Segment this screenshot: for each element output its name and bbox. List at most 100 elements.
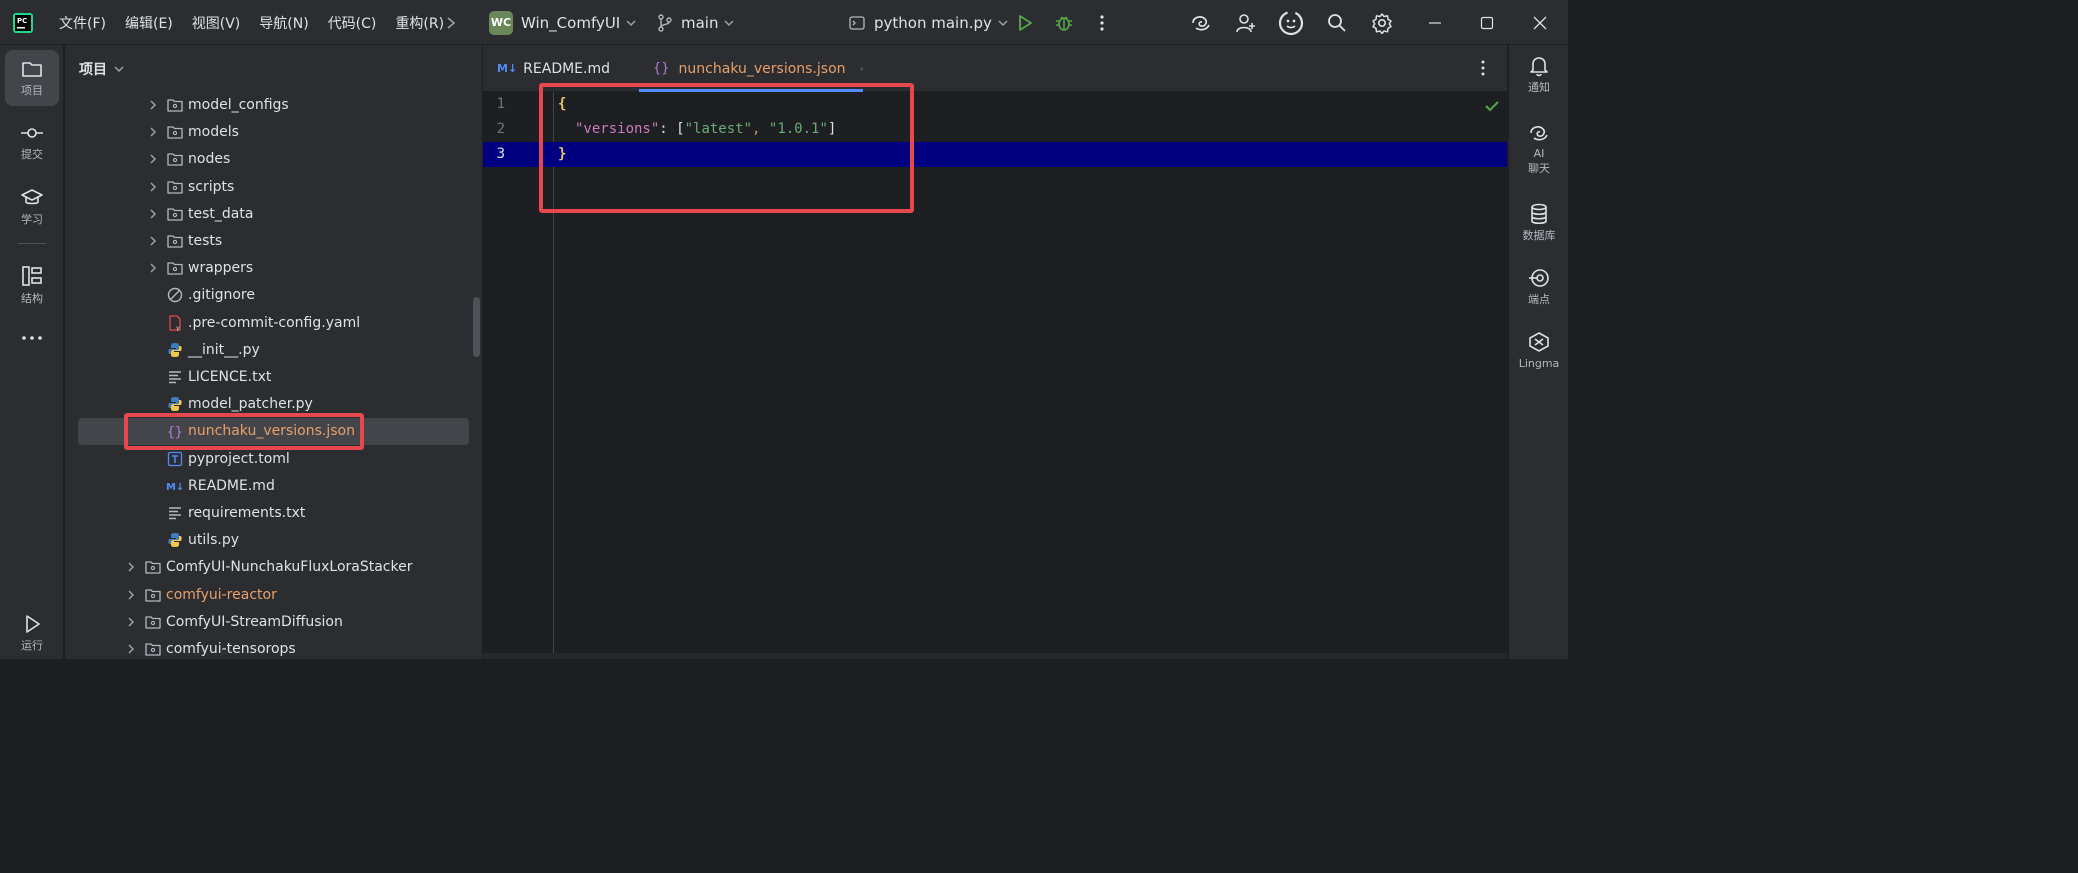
code-line: 1 {: [483, 92, 1507, 117]
menu-item[interactable]: 导航(N): [259, 13, 308, 33]
code-line: 2 "versions": ["latest", "1.0.1"]: [483, 117, 1507, 142]
chevron-right-icon[interactable]: [146, 261, 160, 275]
chevron-down-icon: [114, 66, 124, 73]
tool-learn[interactable]: 学习: [5, 179, 59, 235]
tree-file[interactable]: {} nunchaku_versions.json: [65, 418, 482, 446]
more-actions-button[interactable]: [1094, 0, 1110, 45]
close-tab-icon[interactable]: [859, 64, 863, 74]
tree-item-label: comfyui-reactor: [166, 586, 277, 603]
tree-folder[interactable]: ComfyUI-StreamDiffusion: [65, 609, 482, 636]
tab-readme[interactable]: M↓ README.md: [497, 45, 610, 92]
tool-label: 端点: [1528, 293, 1550, 306]
tree-file[interactable]: requirements.txt: [65, 500, 482, 527]
folder-icon: [166, 178, 184, 196]
tool-label: 提交: [21, 147, 43, 161]
ai-spiral-icon: [1192, 15, 1210, 31]
tree-file[interactable]: __init__.py: [65, 337, 482, 364]
tree-scrollbar[interactable]: [473, 297, 480, 357]
tool-database[interactable]: 数据库: [1509, 203, 1569, 243]
menu-item[interactable]: 文件(F): [59, 13, 106, 33]
editor-tab-options-button[interactable]: [1478, 59, 1488, 81]
json-string: "latest": [684, 121, 753, 137]
menu-item[interactable]: 重构(R): [395, 13, 444, 33]
tree-folder[interactable]: wrappers: [65, 255, 482, 282]
tab-nunchaku-versions[interactable]: {} nunchaku_versions.json: [639, 45, 863, 92]
python-file-icon: [166, 531, 184, 549]
tree-file[interactable]: utils.py: [65, 527, 482, 554]
project-badge: WC: [489, 10, 513, 35]
tree-folder[interactable]: comfyui-tensorops: [65, 636, 482, 659]
ai-assistant-button[interactable]: [1190, 0, 1212, 45]
tool-ai-chat[interactable]: AI 聊天: [1509, 123, 1569, 176]
project-panel-header[interactable]: 项目: [79, 59, 124, 79]
chevron-right-icon[interactable]: [146, 180, 160, 194]
code-with-me-button[interactable]: [1278, 0, 1304, 45]
pycharm-logo-icon[interactable]: PC: [12, 0, 34, 45]
tree-item-label: requirements.txt: [188, 505, 306, 521]
chevron-down-icon: [998, 19, 1008, 26]
tool-project[interactable]: 项目: [5, 50, 59, 106]
tree-folder[interactable]: comfyui-reactor: [65, 582, 482, 609]
folder-icon: [144, 558, 162, 576]
tree-item-label: LICENCE.txt: [188, 369, 272, 385]
tree-folder[interactable]: model_configs: [65, 92, 482, 119]
chevron-right-icon[interactable]: [124, 588, 138, 602]
bell-icon: [1530, 57, 1548, 77]
run-config-selector[interactable]: python main.py: [849, 0, 1008, 45]
tool-lingma[interactable]: Lingma: [1509, 331, 1569, 371]
code-area[interactable]: 1 { 2 "versions": ["latest", "1.0.1"] 3 …: [483, 92, 1507, 659]
chevron-right-icon[interactable]: [124, 560, 138, 574]
tree-file[interactable]: LICENCE.txt: [65, 364, 482, 391]
tree-file[interactable]: .gitignore: [65, 282, 482, 309]
close-window-button[interactable]: [1533, 0, 1547, 45]
tree-folder[interactable]: models: [65, 119, 482, 146]
commit-icon: [21, 127, 43, 138]
tool-endpoints[interactable]: 端点: [1509, 267, 1569, 307]
editor-hscroll[interactable]: [483, 653, 1507, 659]
search-button[interactable]: [1327, 0, 1347, 45]
menu-item[interactable]: 视图(V): [192, 13, 241, 33]
tree-folder[interactable]: test_data: [65, 201, 482, 228]
tool-commit[interactable]: 提交: [5, 114, 59, 170]
tree-folder[interactable]: tests: [65, 228, 482, 255]
json-colon: :: [659, 121, 677, 137]
tree-item-label: test_data: [188, 205, 254, 222]
minimize-button[interactable]: [1428, 0, 1442, 45]
chevron-right-icon[interactable]: [146, 98, 160, 112]
tree-folder[interactable]: ComfyUI-NunchakuFluxLoraStacker: [65, 554, 482, 581]
menu-item[interactable]: 代码(C): [328, 13, 377, 33]
tree-item-label: ComfyUI-NunchakuFluxLoraStacker: [166, 559, 413, 576]
tree-file[interactable]: model_patcher.py: [65, 391, 482, 418]
chevron-right-icon[interactable]: [124, 642, 138, 656]
chevron-right-icon[interactable]: [146, 207, 160, 221]
settings-button[interactable]: [1371, 0, 1393, 45]
tree-folder[interactable]: nodes: [65, 146, 482, 173]
menu-item[interactable]: 编辑(E): [125, 13, 173, 33]
tool-notifications[interactable]: 通知: [1509, 55, 1569, 95]
more-menus-chevron-icon[interactable]: [445, 0, 457, 45]
chevron-right-icon[interactable]: [146, 125, 160, 139]
tree-file[interactable]: M↓ README.md: [65, 473, 482, 500]
chevron-right-icon[interactable]: [146, 152, 160, 166]
tree-folder[interactable]: scripts: [65, 174, 482, 201]
run-button[interactable]: [1016, 0, 1034, 45]
add-user-icon: [1236, 13, 1255, 32]
tree-item-label: pyproject.toml: [188, 450, 290, 467]
editor-area: M↓ README.md {} nunchaku_versions.json 1…: [483, 45, 1507, 659]
tree-file[interactable]: Y .pre-commit-config.yaml: [65, 310, 482, 337]
no-problems-check-icon[interactable]: [1484, 100, 1500, 112]
tool-more[interactable]: [5, 310, 59, 366]
maximize-button[interactable]: [1480, 0, 1494, 45]
chevron-right-icon[interactable]: [124, 615, 138, 629]
tree-file[interactable]: pyproject.toml: [65, 446, 482, 473]
branch-switcher[interactable]: main: [657, 0, 735, 45]
chevron-right-icon[interactable]: [146, 234, 160, 248]
debug-button[interactable]: [1054, 0, 1074, 45]
json-icon: {}: [653, 61, 670, 76]
add-user-button[interactable]: [1235, 0, 1257, 45]
tool-structure[interactable]: 结构: [5, 257, 59, 313]
tool-run[interactable]: 运行: [5, 605, 59, 661]
project-switcher[interactable]: WC Win_ComfyUI: [489, 0, 636, 45]
json-key: "versions": [575, 121, 660, 137]
database-icon: [1531, 203, 1547, 225]
